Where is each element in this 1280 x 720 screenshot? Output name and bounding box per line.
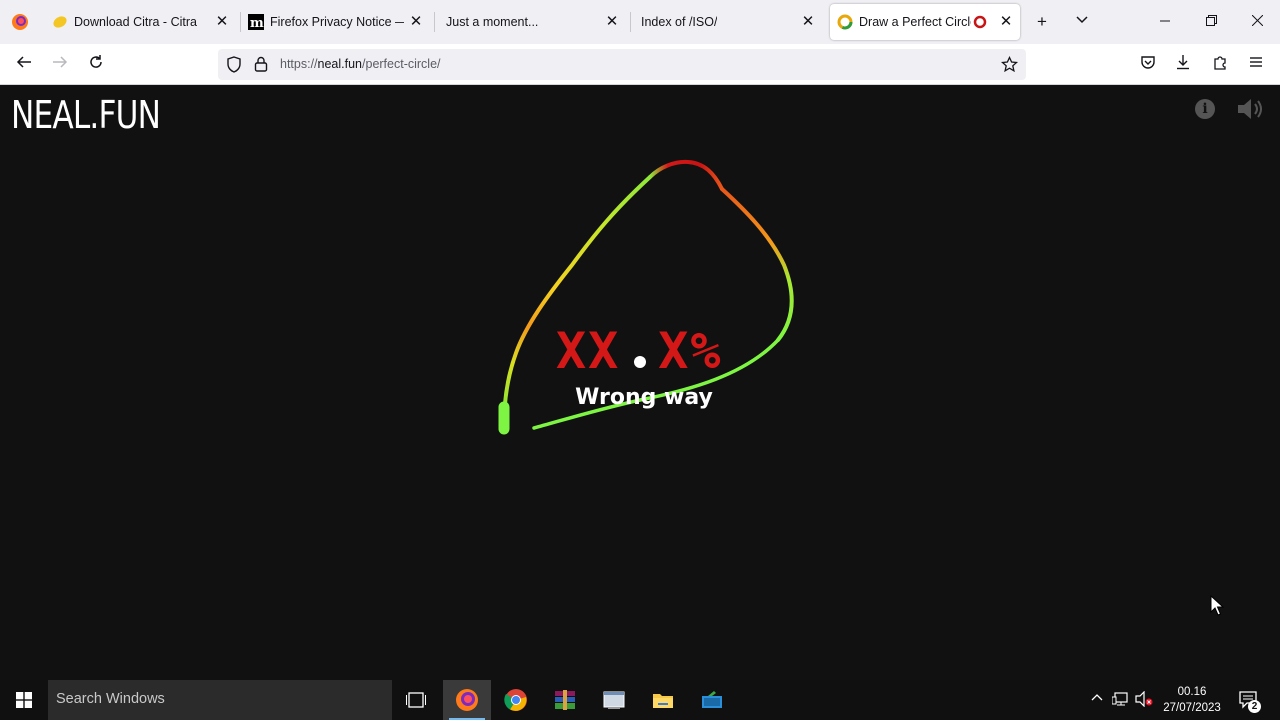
reload-button[interactable]	[85, 54, 107, 76]
chrome-icon	[504, 689, 527, 711]
close-tab-icon[interactable]: ✕	[998, 14, 1014, 30]
tab-title: Index of /ISO/	[641, 15, 718, 29]
accuracy-score: XX X%	[556, 323, 722, 379]
url-bar[interactable]: https://neal.fun/perfect-circle/	[218, 49, 1026, 80]
bookmark-star-icon[interactable]	[1001, 56, 1018, 73]
score-fraction: X%	[658, 322, 723, 380]
close-tab-icon[interactable]: ✕	[604, 14, 620, 30]
new-tab-button[interactable]: +	[1032, 12, 1052, 32]
monitor-app-icon	[702, 691, 722, 708]
feedback-message: Wrong way	[575, 385, 713, 410]
downloads-button[interactable]	[1172, 54, 1194, 76]
task-view-button[interactable]	[392, 680, 440, 720]
pocket-icon	[1141, 56, 1155, 69]
taskbar-clock[interactable]: 00.16 27/07/2023	[1158, 684, 1226, 716]
lock-icon[interactable]	[254, 56, 268, 72]
notification-count-badge: 2	[1248, 700, 1261, 713]
drawn-circle-stroke	[498, 159, 794, 435]
recording-indicator-icon	[973, 15, 987, 29]
tab-separator	[630, 12, 631, 32]
drawing-canvas[interactable]: NEAL.FUN i XX X% Wrong way	[0, 85, 1280, 680]
taskbar-file-explorer[interactable]	[639, 680, 687, 720]
firefox-icon	[456, 689, 478, 711]
circle-center-dot	[634, 356, 646, 368]
search-placeholder: Search Windows	[56, 691, 165, 707]
taskbar-app[interactable]	[688, 680, 736, 720]
score-whole: XX	[556, 322, 621, 380]
volume-muted-icon[interactable]	[1135, 690, 1153, 709]
navigation-toolbar: https://neal.fun/perfect-circle/	[0, 44, 1280, 85]
tab-just-a-moment[interactable]: Just a moment... ✕	[442, 4, 626, 40]
tab-draw-a-perfect-circle[interactable]: Draw a Perfect Circle ✕	[830, 4, 1020, 40]
minimize-button[interactable]	[1142, 0, 1188, 44]
tab-title: Download Citra - Citra	[74, 15, 197, 29]
forward-button[interactable]	[49, 54, 71, 76]
network-icon[interactable]	[1111, 691, 1130, 709]
pocket-button[interactable]	[1137, 54, 1159, 76]
perfect-circle-icon	[837, 14, 853, 30]
volume-muted-icon	[1135, 690, 1153, 708]
taskbar-chrome[interactable]	[492, 680, 540, 720]
task-view-icon	[406, 692, 426, 708]
shield-icon[interactable]	[226, 56, 242, 73]
taskbar-winrar[interactable]	[541, 680, 589, 720]
reload-icon	[90, 55, 102, 68]
back-button[interactable]	[13, 54, 35, 76]
minimize-icon	[1160, 20, 1170, 22]
tab-index-of-iso[interactable]: Index of /ISO/ ✕	[638, 4, 822, 40]
tab-title: Firefox Privacy Notice — M	[270, 15, 404, 29]
mouse-cursor-icon	[1210, 595, 1224, 616]
arrow-right-icon	[53, 56, 68, 68]
firefox-icon	[12, 14, 28, 30]
app-menu-button[interactable]	[1245, 54, 1267, 76]
hamburger-menu-icon	[1250, 57, 1262, 67]
tab-title: Draw a Perfect Circle	[859, 15, 971, 29]
citra-lemon-icon	[53, 16, 67, 28]
close-tab-icon[interactable]: ✕	[214, 14, 230, 30]
folder-icon	[653, 694, 673, 708]
close-icon	[1251, 14, 1263, 27]
tab-firefox-privacy-notice[interactable]: m Firefox Privacy Notice — M ✕	[248, 4, 430, 40]
close-tab-icon[interactable]: ✕	[408, 14, 424, 30]
start-button[interactable]	[0, 680, 48, 720]
tab-title: Just a moment...	[446, 15, 539, 29]
tab-separator	[434, 12, 435, 32]
svg-text:m: m	[250, 16, 264, 30]
tab-download-citra[interactable]: Download Citra - Citra ✕	[52, 4, 236, 40]
clock-date: 27/07/2023	[1163, 702, 1221, 714]
show-hidden-icons-button[interactable]	[1088, 691, 1106, 709]
tab-separator	[240, 12, 241, 32]
taskbar-search-box[interactable]: Search Windows	[48, 680, 392, 720]
download-icon	[1177, 55, 1189, 70]
tab-strip: Download Citra - Citra ✕ m Firefox Priva…	[0, 0, 1280, 44]
winrar-icon	[555, 690, 575, 710]
close-tab-icon[interactable]: ✕	[800, 14, 816, 30]
puzzle-piece-icon	[1214, 56, 1226, 70]
restore-button[interactable]	[1188, 0, 1234, 44]
clock-time: 00.16	[1177, 686, 1207, 698]
windows-taskbar: Search Windows 00.16 27/07/2023 2	[0, 680, 1280, 720]
windows-logo-icon	[16, 692, 32, 708]
url-host: neal.fun	[317, 57, 363, 71]
url-path: /perfect-circle/	[362, 57, 441, 71]
taskbar-control-panel[interactable]	[590, 680, 638, 720]
taskbar-firefox[interactable]	[443, 680, 491, 720]
firefox-view-button[interactable]	[6, 4, 34, 40]
chevron-down-icon	[1076, 16, 1088, 24]
close-window-button[interactable]	[1234, 0, 1280, 44]
chevron-up-icon	[1091, 694, 1103, 701]
window-app-icon	[603, 691, 625, 709]
list-all-tabs-button[interactable]	[1072, 12, 1092, 32]
network-icon	[1111, 692, 1128, 706]
extensions-button[interactable]	[1209, 54, 1231, 76]
url-text[interactable]: https://neal.fun/perfect-circle/	[280, 57, 441, 71]
mozilla-m-icon: m	[248, 14, 264, 30]
restore-icon	[1205, 15, 1217, 26]
url-prefix: https://	[280, 57, 318, 71]
arrow-left-icon	[16, 56, 31, 68]
